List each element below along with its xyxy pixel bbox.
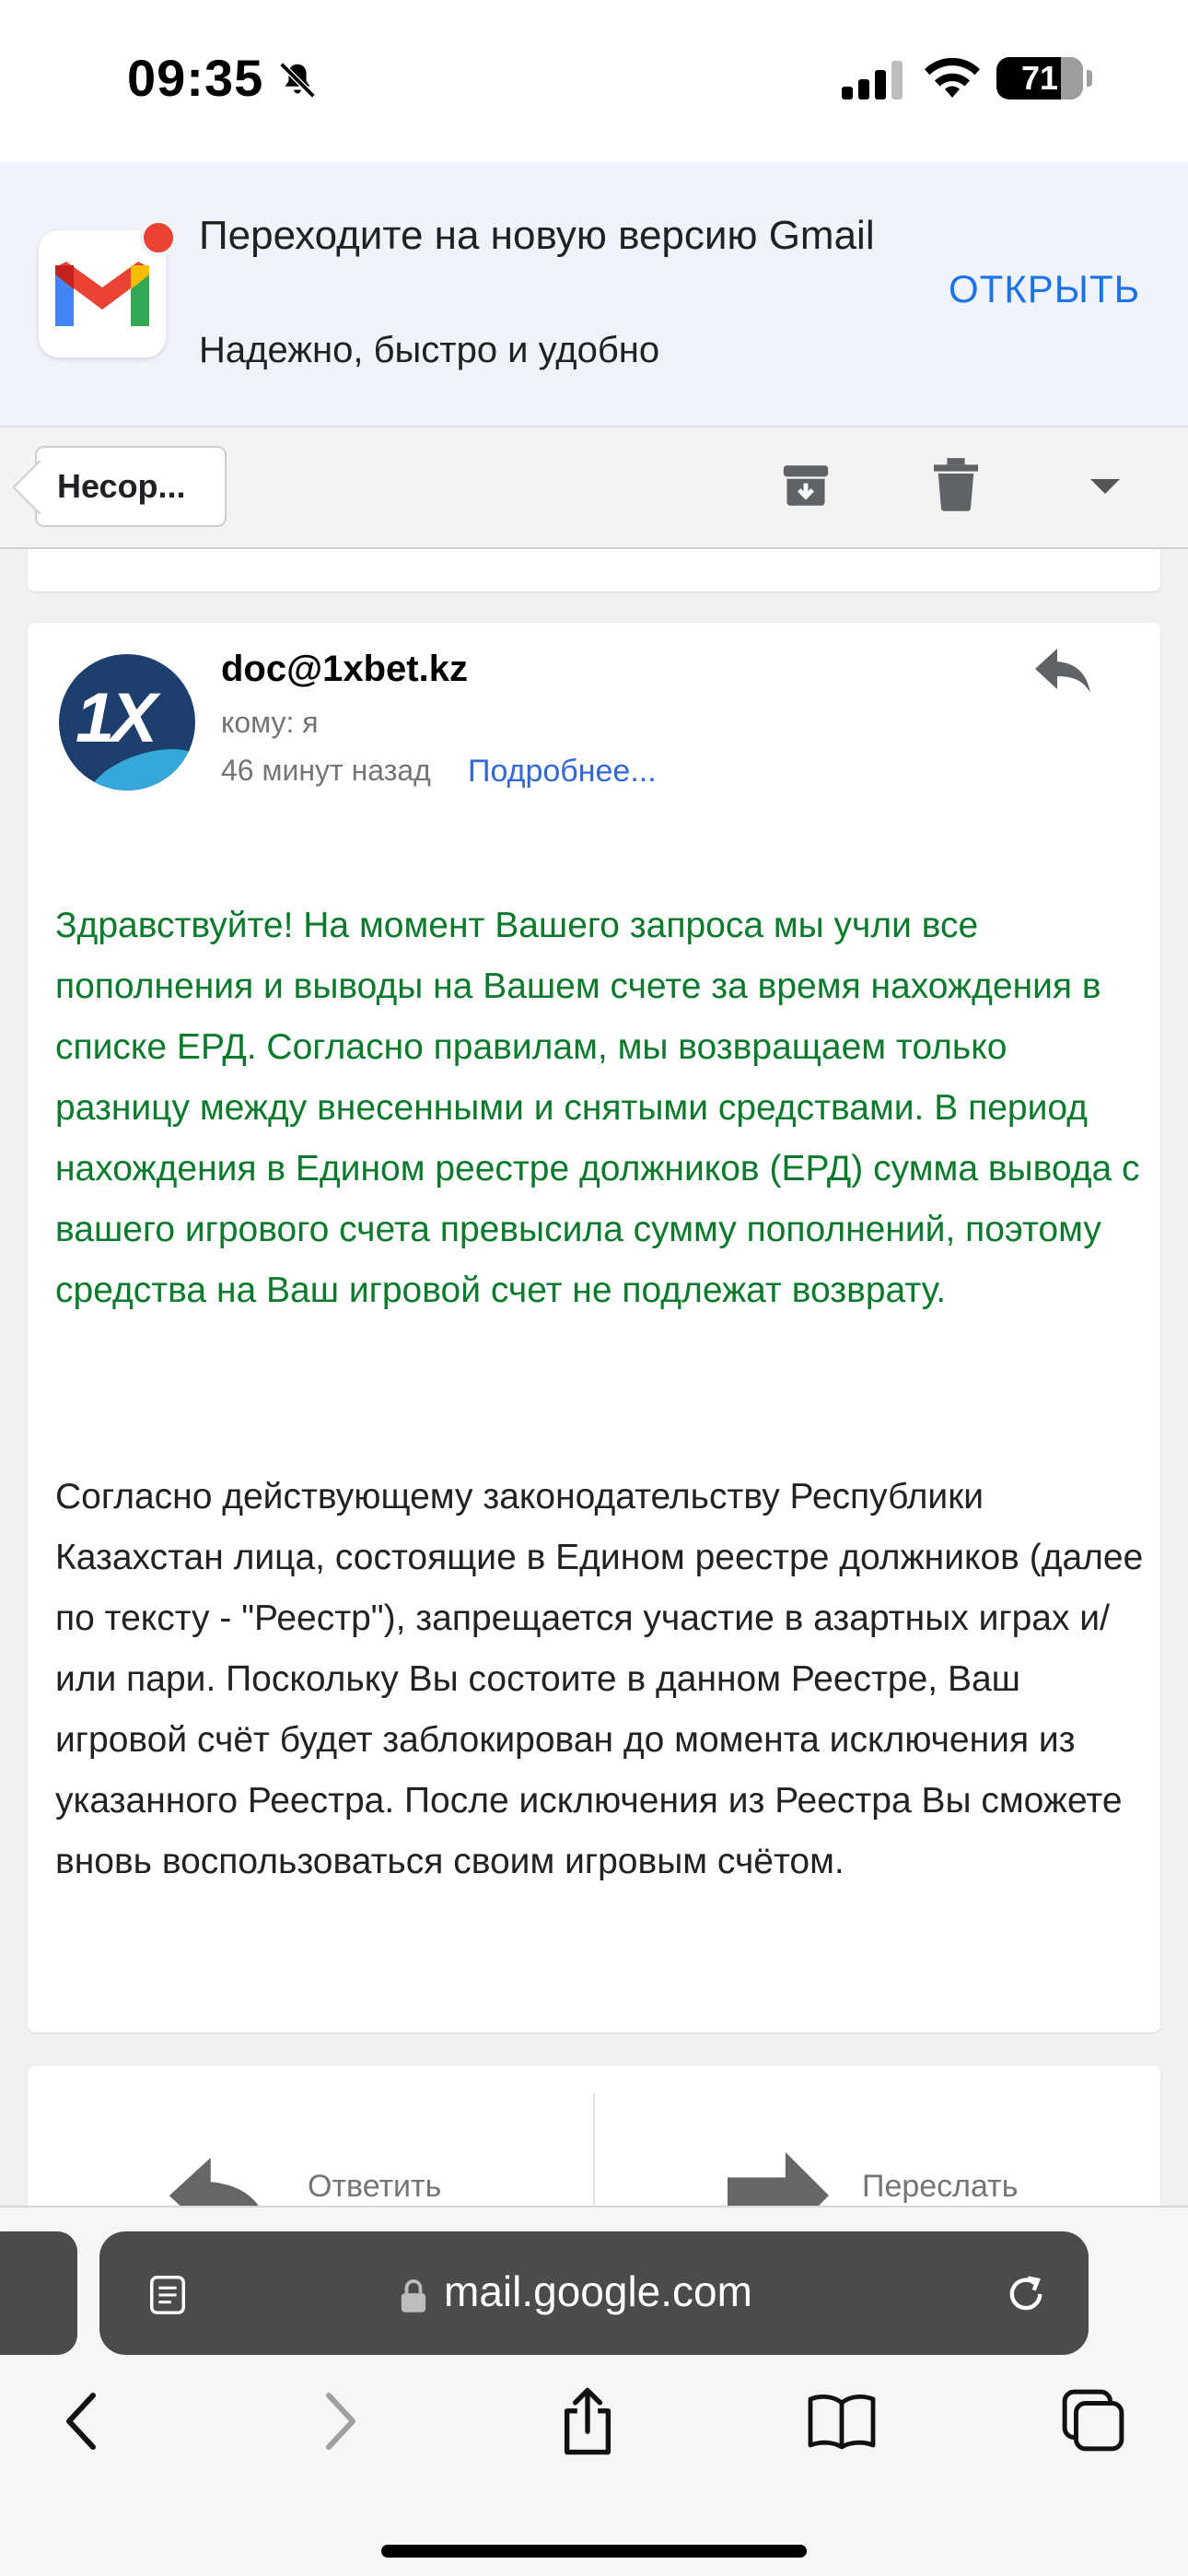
cellular-signal-icon: [842, 61, 903, 100]
gmail-app-banner: Переходите на новую версию Gmail Надежно…: [0, 162, 1188, 427]
reload-icon[interactable]: [1002, 2270, 1050, 2318]
browser-bottom-bar: mail.google.com: [0, 2206, 1188, 2576]
message-time: 46 минут назад: [221, 754, 431, 787]
battery-tip: [1087, 70, 1092, 87]
forward-arrow-icon[interactable]: [317, 2392, 363, 2451]
forward-action-button[interactable]: Переслать: [862, 2169, 1018, 2205]
battery-level: 71: [1020, 59, 1059, 97]
sender-address: doc@1xbet.kz: [221, 649, 468, 689]
email-message: 1X doc@1xbet.kz кому: я 46 минут назад П…: [28, 623, 1160, 2032]
archive-icon[interactable]: [779, 459, 833, 512]
status-bar: 09:35 71: [0, 0, 1188, 162]
recipient-line: кому: я: [221, 706, 319, 739]
reply-icon[interactable]: [1033, 645, 1092, 697]
more-dropdown-icon[interactable]: [1090, 479, 1120, 494]
notification-dot: [140, 219, 177, 256]
wifi-icon: [925, 57, 980, 98]
sender-avatar: 1X: [59, 654, 195, 790]
url-text: mail.google.com: [444, 2267, 752, 2315]
lock-icon: [401, 2279, 426, 2313]
bookmarks-icon[interactable]: [807, 2392, 877, 2451]
address-bar[interactable]: mail.google.com: [99, 2231, 1089, 2355]
reply-action-button[interactable]: Ответить: [308, 2169, 441, 2205]
banner-title: Переходите на новую версию Gmail: [199, 213, 875, 258]
back-button-label: Несор...: [57, 467, 186, 505]
home-indicator: [381, 2545, 807, 2558]
share-icon[interactable]: [558, 2386, 617, 2456]
message-paragraph-registry: Согласно действующему законодательству Р…: [55, 1477, 1144, 1881]
banner-subtitle: Надежно, быстро и удобно: [199, 330, 660, 370]
trash-icon[interactable]: [934, 457, 978, 512]
battery-indicator: 71: [996, 57, 1083, 100]
avatar-logo-text: 1X: [76, 679, 157, 757]
mail-toolbar: Несор...: [0, 427, 1188, 549]
previous-tab-preview[interactable]: [0, 2231, 77, 2355]
tabs-overview-icon[interactable]: [1061, 2388, 1125, 2453]
open-app-button[interactable]: ОТКРЫТЬ: [949, 267, 1140, 311]
reader-mode-icon[interactable]: [146, 2274, 190, 2316]
message-paragraph-refund: Здравствуйте! На момент Вашего запроса м…: [55, 906, 1140, 1310]
back-button[interactable]: Несор...: [35, 446, 227, 527]
back-arrow-icon[interactable]: [59, 2392, 105, 2451]
status-time: 09:35: [127, 49, 264, 107]
details-link[interactable]: Подробнее...: [468, 754, 657, 790]
previous-message-card: [28, 549, 1160, 591]
bell-muted-icon: [279, 62, 316, 99]
